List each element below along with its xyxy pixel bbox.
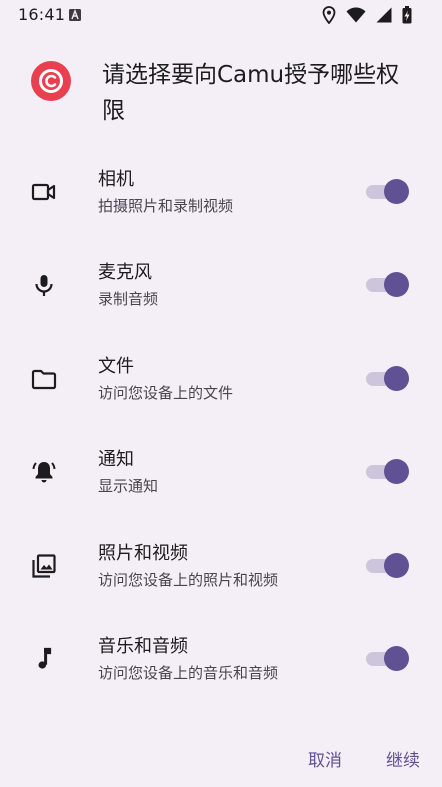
microphone-icon bbox=[30, 271, 58, 299]
permission-item-photos-videos: 照片和视频 访问您设备上的照片和视频 bbox=[0, 526, 442, 619]
permission-description: 访问您设备上的文件 bbox=[98, 383, 234, 402]
continue-button[interactable]: 继续 bbox=[386, 746, 420, 771]
dialog-actions: 取消 继续 bbox=[308, 746, 420, 771]
photo-library-icon bbox=[30, 552, 58, 580]
status-time: 16:41 bbox=[18, 5, 66, 24]
toggle-thumb bbox=[384, 179, 409, 204]
permission-item-music-audio: 音乐和音频 访问您设备上的音乐和音频 bbox=[0, 619, 442, 712]
permission-description: 访问您设备上的音乐和音频 bbox=[98, 663, 279, 682]
toggle-thumb bbox=[384, 365, 409, 391]
location-icon bbox=[322, 6, 336, 24]
files-toggle[interactable] bbox=[366, 365, 410, 392]
permission-description: 访问您设备上的照片和视频 bbox=[98, 570, 279, 589]
dialog-title: 请选择要向Camu授予哪些权限 bbox=[102, 62, 400, 124]
permission-item-files: 文件 访问您设备上的文件 bbox=[0, 339, 442, 432]
toggle-thumb bbox=[384, 552, 409, 578]
music-audio-toggle[interactable] bbox=[366, 645, 410, 672]
bell-icon bbox=[30, 458, 58, 486]
permission-description: 录制音频 bbox=[98, 290, 159, 309]
status-icons bbox=[322, 6, 412, 24]
permission-item-notifications: 通知 显示通知 bbox=[0, 432, 442, 525]
toggle-thumb bbox=[384, 272, 409, 298]
permission-label: 相机 bbox=[98, 169, 134, 190]
permission-description: 拍摄照片和录制视频 bbox=[98, 197, 234, 215]
permission-label: 照片和视频 bbox=[98, 542, 188, 564]
status-bar: 16:41 bbox=[0, 0, 442, 30]
permission-label: 音乐和音频 bbox=[98, 635, 188, 657]
microphone-toggle[interactable] bbox=[366, 272, 410, 298]
cancel-button[interactable]: 取消 bbox=[308, 746, 342, 771]
photos-videos-toggle[interactable] bbox=[366, 552, 410, 579]
notifications-toggle[interactable] bbox=[366, 459, 410, 485]
wifi-icon bbox=[346, 7, 366, 23]
permission-description: 显示通知 bbox=[98, 477, 159, 496]
toggle-thumb bbox=[384, 459, 409, 485]
folder-icon bbox=[30, 365, 58, 393]
signal-icon bbox=[376, 7, 392, 23]
permission-label: 麦克风 bbox=[98, 262, 152, 284]
camera-toggle[interactable] bbox=[366, 179, 410, 205]
a-badge-icon bbox=[69, 9, 81, 21]
battery-charging-icon bbox=[402, 6, 412, 24]
permission-item-camera: 相机 拍摄照片和录制视频 bbox=[0, 152, 442, 245]
toggle-thumb bbox=[384, 645, 409, 671]
camu-logo-icon bbox=[31, 61, 71, 101]
camera-icon bbox=[30, 178, 58, 206]
permission-list: 相机 拍摄照片和录制视频 麦克风 录制音频 文件 访问您设备上的文件 通知 显示… bbox=[0, 152, 442, 712]
permission-label: 文件 bbox=[98, 355, 134, 377]
music-note-icon bbox=[30, 645, 58, 673]
permission-item-microphone: 麦克风 录制音频 bbox=[0, 245, 442, 338]
permission-label: 通知 bbox=[98, 449, 134, 471]
